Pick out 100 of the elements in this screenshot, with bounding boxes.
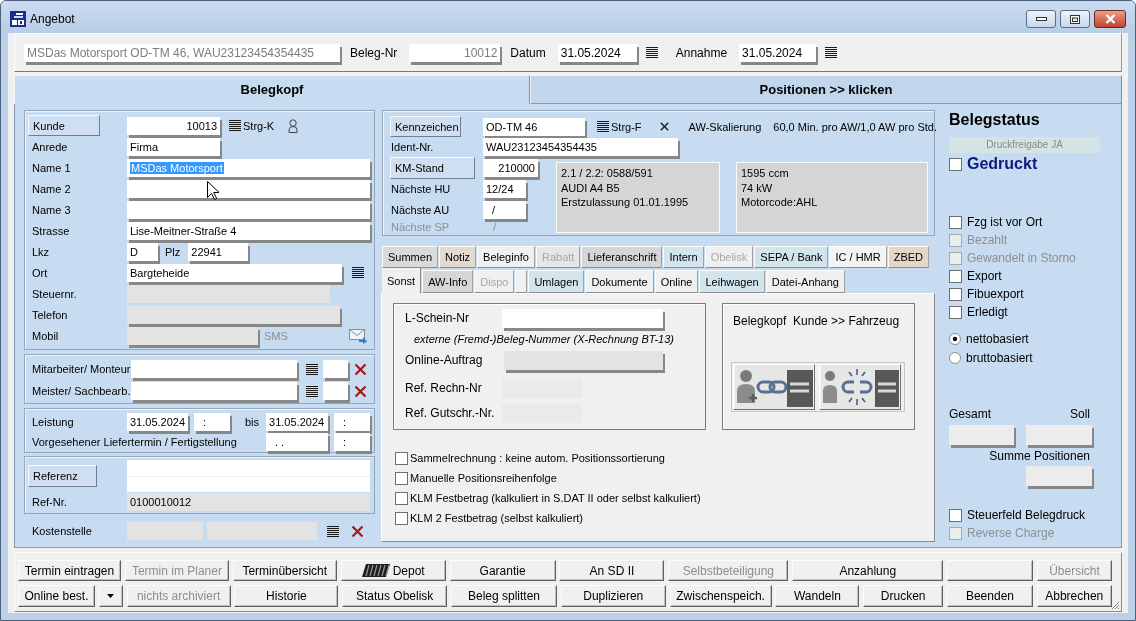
- radio-button[interactable]: [949, 351, 961, 364]
- list-icon[interactable]: [825, 47, 838, 58]
- tab[interactable]: Umlagen: [528, 270, 585, 293]
- action-button[interactable]: Terminübersicht: [232, 560, 337, 581]
- cost-center-name-field[interactable]: [207, 522, 317, 540]
- tab[interactable]: Sonst: [382, 268, 422, 294]
- action-button[interactable]: Garantie: [449, 560, 556, 581]
- list-icon[interactable]: [645, 47, 658, 58]
- header-field[interactable]: 31.05.2024: [739, 43, 817, 62]
- cost-center-field[interactable]: [127, 522, 203, 540]
- checkbox[interactable]: [949, 269, 962, 283]
- cross-icon[interactable]: [354, 362, 367, 376]
- target-field[interactable]: [1026, 425, 1092, 445]
- staff-code-field[interactable]: [323, 360, 348, 378]
- tab[interactable]: Online: [654, 270, 699, 293]
- cross-icon[interactable]: [351, 524, 364, 538]
- tab[interactable]: SEPA / Bank: [754, 246, 829, 268]
- reference-button[interactable]: Referenz: [28, 464, 97, 487]
- staff-field[interactable]: [131, 360, 297, 378]
- plate-field[interactable]: OD-TM 46: [483, 117, 585, 136]
- tab[interactable]: Lieferanschrift: [581, 246, 663, 268]
- checkbox[interactable]: [395, 451, 408, 465]
- envelope-icon[interactable]: [349, 327, 367, 344]
- city-field[interactable]: Bargteheide: [127, 263, 342, 282]
- resize-grip-icon[interactable]: [1110, 600, 1120, 610]
- action-button[interactable]: Duplizieren: [560, 585, 666, 607]
- tab[interactable]: Beleginfo: [477, 246, 535, 268]
- action-button[interactable]: An SD II: [559, 560, 665, 581]
- maximize-button[interactable]: [1060, 10, 1090, 28]
- action-button[interactable]: Wandeln: [775, 585, 860, 607]
- minimize-button[interactable]: [1026, 10, 1056, 28]
- tab[interactable]: Dokumente: [585, 270, 654, 293]
- action-button[interactable]: Drucken: [863, 585, 944, 607]
- checkbox[interactable]: [395, 491, 408, 505]
- tab[interactable]: Datei-Anhang: [765, 270, 845, 293]
- cross-icon[interactable]: [659, 122, 669, 131]
- tab[interactable]: AW-Info: [422, 270, 474, 293]
- time-field[interactable]: :: [334, 413, 371, 431]
- action-button[interactable]: Depot: [340, 560, 446, 581]
- date-field[interactable]: 31.05.2024: [266, 413, 329, 431]
- checkbox[interactable]: [949, 305, 962, 319]
- time-field[interactable]: :: [194, 413, 230, 431]
- action-button[interactable]: Anzahlung: [792, 560, 944, 581]
- staff-field[interactable]: [131, 382, 297, 400]
- reference-field[interactable]: [127, 459, 370, 476]
- time-field[interactable]: :: [334, 433, 370, 451]
- list-icon[interactable]: [327, 525, 339, 537]
- checkbox[interactable]: [395, 511, 408, 525]
- tab[interactable]: [515, 270, 528, 293]
- checkbox[interactable]: [949, 157, 962, 171]
- delivery-note-field[interactable]: [502, 308, 663, 328]
- list-icon[interactable]: [229, 120, 241, 131]
- checkbox[interactable]: [395, 471, 408, 485]
- action-button[interactable]: Abbrechen: [1036, 585, 1112, 607]
- tab[interactable]: IC / HMR: [829, 246, 887, 268]
- field-label: bis: [245, 416, 260, 428]
- tab[interactable]: ZBED: [887, 246, 930, 268]
- customer-button[interactable]: Kunde: [28, 115, 100, 136]
- mileage-button[interactable]: KM-Stand: [390, 157, 475, 179]
- list-icon[interactable]: [306, 385, 318, 397]
- header-field[interactable]: 31.05.2024: [557, 43, 637, 62]
- tab[interactable]: Intern: [663, 246, 704, 268]
- tab[interactable]: Summen: [382, 246, 439, 268]
- vin-field[interactable]: WAU23123454354435: [483, 138, 678, 156]
- sum-field[interactable]: [1026, 466, 1092, 486]
- list-icon[interactable]: [352, 267, 364, 278]
- checkbox[interactable]: [949, 287, 962, 301]
- action-button[interactable]: Termin eintragen: [18, 560, 121, 581]
- action-button[interactable]: Online best.: [18, 585, 95, 607]
- action-button[interactable]: Status Obelisk: [342, 585, 448, 607]
- radio-button[interactable]: [949, 332, 961, 345]
- date-field[interactable]: 31.05.2024: [127, 413, 188, 431]
- mileage-field[interactable]: 210000: [483, 159, 538, 177]
- tab[interactable]: Notiz: [439, 246, 477, 268]
- action-button[interactable]: Beleg splitten: [451, 585, 557, 607]
- list-icon[interactable]: [597, 121, 609, 132]
- action-button[interactable]: Zwischenspeich.: [669, 585, 772, 607]
- tab[interactable]: Positionen >> klicken: [530, 75, 1122, 104]
- action-button[interactable]: Beenden: [946, 585, 1033, 607]
- checkbox[interactable]: [949, 508, 962, 522]
- total-field[interactable]: [949, 425, 1014, 445]
- close-button[interactable]: [1094, 10, 1126, 28]
- action-button[interactable]: Historie: [234, 585, 339, 607]
- person-icon[interactable]: [288, 118, 299, 133]
- list-icon[interactable]: [306, 363, 318, 375]
- customer-number-field[interactable]: 10013: [127, 116, 220, 135]
- plate-button[interactable]: Kennzeichen: [390, 116, 461, 137]
- tab[interactable]: Leihwagen: [699, 270, 765, 293]
- checkbox[interactable]: [949, 215, 962, 229]
- link-button[interactable]: [733, 364, 815, 410]
- inspection-date-field[interactable]: 12/24: [483, 180, 526, 198]
- field-label: Name 3: [32, 203, 71, 216]
- unlink-button[interactable]: [819, 364, 901, 410]
- reference-number-field[interactable]: 0100010012: [127, 493, 370, 511]
- date-field[interactable]: . .: [266, 433, 328, 451]
- blank-button[interactable]: [947, 560, 1034, 581]
- staff-code-field[interactable]: [323, 382, 348, 400]
- cross-icon[interactable]: [354, 384, 367, 398]
- dropdown-button[interactable]: [98, 585, 123, 607]
- tab[interactable]: Belegkopf: [14, 75, 530, 104]
